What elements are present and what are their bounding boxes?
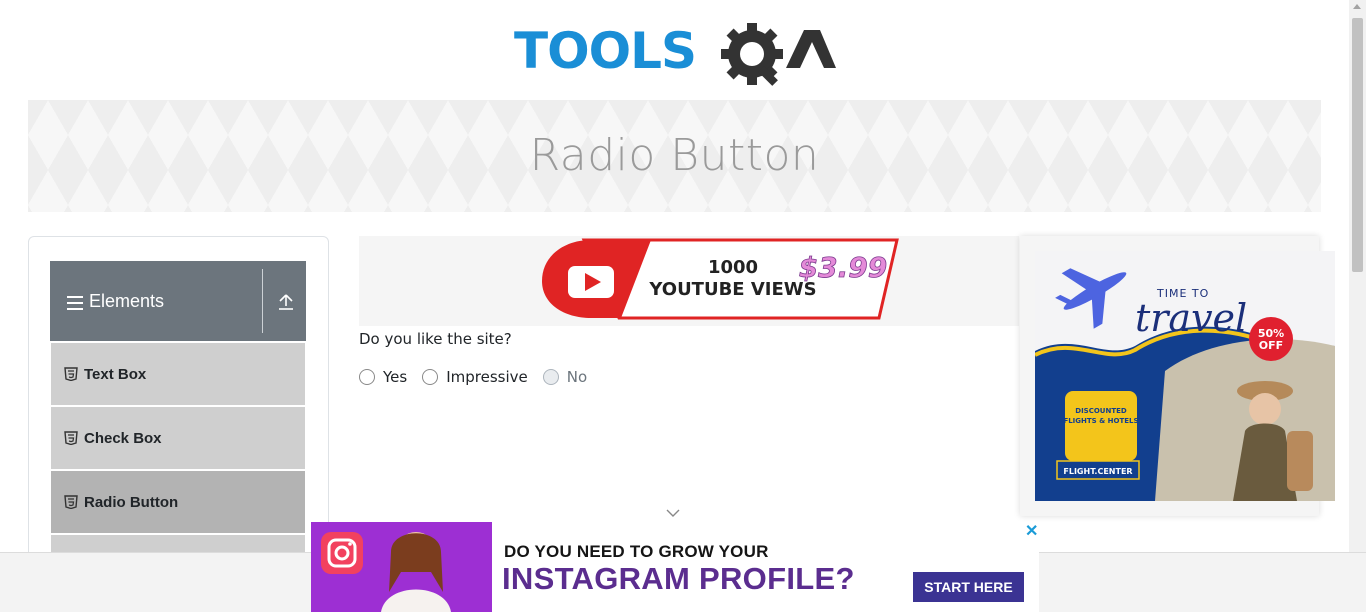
radio-impressive-label[interactable]: Impressive [446,368,528,386]
sidebar-item-label: Radio Button [84,493,179,511]
ad-badge-2: OFF [1259,339,1283,352]
radio-no-input [542,369,559,385]
page-title: Radio Button [529,130,820,181]
youtube-views-ad[interactable]: 1000 YOUTUBE VIEWS $3.99 [359,236,1019,326]
page-banner: Radio Button [28,100,1321,212]
ad-box-text-1: DISCOUNTED [1075,407,1127,415]
ad-title-big: travel [1135,296,1247,340]
instagram-ad-image [311,522,492,612]
ad-box-text-2: FLIGHTS & HOTELS [1063,417,1138,425]
elements-group-header[interactable]: Elements [50,261,306,341]
radio-yes[interactable]: Yes [359,368,407,386]
travel-ad[interactable]: ✕ TIME TO travel 50% OFF DISCOUN [1020,236,1335,516]
radio-group: Yes Impressive No [359,368,602,386]
html5-icon [64,495,78,509]
radio-yes-input[interactable] [359,369,375,385]
svg-text:TOOLS: TOOLS [514,22,696,80]
ad-line2: YOUTUBE VIEWS [648,279,816,300]
sidebar-item-radio-button[interactable]: Radio Button [51,471,305,533]
radio-question: Do you like the site? [359,330,512,348]
scrollbar-thumb[interactable] [1352,18,1363,272]
travel-ad-image[interactable]: TIME TO travel 50% OFF DISCOUNTED FLIGHT… [1035,251,1335,501]
page: TOOLS Radio Button Elements Text Box Che… [0,0,1366,612]
vertical-scrollbar[interactable] [1349,0,1366,552]
ad-headline-1: DO YOU NEED TO GROW YOUR [504,542,769,561]
scroll-up-arrow-icon[interactable] [1353,4,1361,9]
sidebar-item-label: Check Box [84,429,162,447]
instagram-ad[interactable]: DO YOU NEED TO GROW YOUR INSTAGRAM PROFI… [311,522,1039,612]
group-label: Elements [89,290,165,311]
ad-price: $3.99 [799,251,888,284]
radio-no-label: No [566,368,588,386]
ad-brand: FLIGHT.CENTER [1063,467,1132,476]
close-icon[interactable]: ✕ [1025,524,1038,540]
html5-icon [64,431,78,445]
sidebar-item-text-box[interactable]: Text Box [51,343,305,405]
start-here-button[interactable]: START HERE [913,572,1024,602]
sidebar-item-label: Text Box [84,365,147,383]
ad-headline-2: INSTAGRAM PROFILE? [502,561,855,596]
header-divider [262,269,263,333]
ad-line1: 1000 [708,257,758,278]
hamburger-icon [67,296,83,310]
sidebar: Elements Text Box Check Box Radio Button [28,236,329,576]
toolsqa-logo[interactable]: TOOLS [514,18,840,90]
sidebar-item-check-box[interactable]: Check Box [51,407,305,469]
radio-impressive[interactable]: Impressive [422,368,528,386]
radio-impressive-input[interactable] [422,369,439,385]
html5-icon [64,367,78,381]
radio-yes-label[interactable]: Yes [383,368,407,386]
radio-no: No [542,368,588,386]
chevron-down-icon[interactable] [665,508,681,518]
collapse-arrow-icon[interactable] [275,291,297,313]
